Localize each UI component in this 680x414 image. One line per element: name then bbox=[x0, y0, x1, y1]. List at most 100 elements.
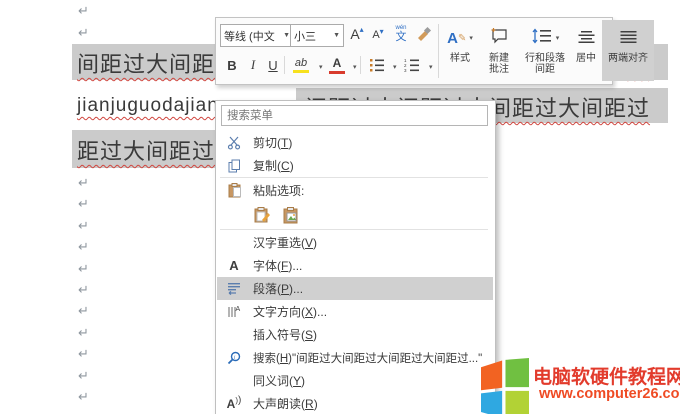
paragraph-mark: ↵ bbox=[78, 346, 89, 362]
menu-item-copy[interactable]: 复制(C) bbox=[217, 154, 493, 177]
menu-item-smart-lookup[interactable]: i 搜索(H)"间距过大间距过大间距过大间距过..." bbox=[217, 346, 493, 369]
font-color-letter: A bbox=[332, 56, 342, 70]
clipboard-icon bbox=[224, 183, 244, 198]
line-spacing-label-1: 行和段落 bbox=[525, 53, 565, 64]
line-spacing-icon: ▾ bbox=[531, 20, 559, 44]
font-color-button[interactable]: A bbox=[326, 54, 348, 76]
underline-label: U bbox=[268, 57, 278, 73]
chevron-down-icon[interactable]: ▾ bbox=[393, 63, 397, 71]
numbering-icon: 1 2 3 bbox=[404, 58, 419, 72]
font-name-select[interactable]: 等线 (中文 ▼ bbox=[220, 24, 294, 47]
scissors-icon bbox=[224, 136, 244, 150]
font-icon: A bbox=[229, 258, 239, 273]
format-painter-button[interactable] bbox=[413, 23, 435, 45]
paragraph-mark: ↵ bbox=[78, 217, 89, 233]
read-aloud-icon: A)) bbox=[226, 395, 242, 411]
phonetic-hanzi-text: 文 bbox=[395, 31, 407, 43]
paragraph-icon bbox=[224, 282, 244, 295]
menu-item-paste-options: 粘贴选项: bbox=[217, 179, 493, 202]
chevron-down-icon: ▼ bbox=[333, 32, 340, 39]
font-name-value: 等线 (中文 bbox=[224, 30, 275, 43]
paragraph-mark: ↵ bbox=[78, 3, 89, 18]
paste-keep-formatting-button[interactable] bbox=[251, 205, 273, 227]
paragraph-mark: ↵ bbox=[78, 239, 89, 255]
menu-item-font[interactable]: A 字体(F)... bbox=[217, 254, 493, 277]
highlight-color-bar bbox=[293, 70, 309, 73]
align-center-icon bbox=[578, 20, 595, 44]
chevron-down-icon: ▼ bbox=[283, 32, 290, 39]
paste-options-row bbox=[217, 202, 527, 229]
paragraph-mark: ↵ bbox=[78, 260, 89, 276]
chevron-down-icon[interactable]: ▾ bbox=[429, 63, 433, 71]
bold-label: B bbox=[227, 57, 237, 73]
align-justify-label: 两端对齐 bbox=[608, 53, 648, 64]
bold-button[interactable]: B bbox=[222, 54, 242, 76]
line-spacing-button[interactable]: ▾ 行和段落 间距 bbox=[520, 20, 570, 81]
paragraph-mark: ↵ bbox=[78, 282, 89, 297]
watermark-url: www.computer26.com bbox=[539, 386, 680, 402]
styles-icon: A ✎ ▾ bbox=[447, 30, 473, 47]
bullets-icon bbox=[370, 59, 384, 72]
menu-item-hanzi-reselect[interactable]: 汉字重选(V) bbox=[217, 231, 493, 254]
text-highlight-button[interactable]: ab bbox=[288, 54, 314, 76]
font-color-bar bbox=[329, 71, 345, 74]
paragraph-mark: ↵ bbox=[78, 389, 89, 404]
paragraph-mark: ↵ bbox=[78, 175, 89, 190]
grow-font-button[interactable]: A ▴ bbox=[346, 23, 368, 45]
copy-icon bbox=[224, 159, 244, 173]
align-justify-icon bbox=[620, 20, 637, 44]
document-text-line2-pinyin[interactable]: jianjuguodajian bbox=[77, 95, 219, 117]
paste-picture-icon bbox=[283, 207, 297, 224]
svg-text:3: 3 bbox=[404, 68, 407, 72]
menu-item-cut[interactable]: 剪切(T) bbox=[217, 131, 493, 154]
italic-label: I bbox=[250, 57, 256, 72]
menu-item-synonyms[interactable]: 同义词(Y) bbox=[217, 369, 493, 392]
italic-button[interactable]: I bbox=[244, 54, 262, 76]
numbering-button[interactable]: 1 2 3 bbox=[400, 54, 424, 76]
bullets-button[interactable] bbox=[366, 54, 388, 76]
paragraph-mark: ↵ bbox=[78, 367, 89, 383]
paste-picture-button[interactable] bbox=[280, 205, 302, 227]
styles-button[interactable]: A ✎ ▾ 样式 bbox=[442, 20, 478, 81]
menu-item-insert-symbol[interactable]: 插入符号(S) bbox=[217, 323, 493, 346]
paragraph-mark: ↵ bbox=[78, 324, 89, 340]
align-justify-button[interactable]: 两端对齐 bbox=[602, 20, 654, 81]
caret-up-icon: ▴ bbox=[359, 24, 364, 34]
phonetic-guide-button[interactable]: wén 文 bbox=[390, 22, 412, 46]
mini-toolbar: 等线 (中文 ▼ 小三 ▼ A ▴ A ▾ wén 文 B I U ab ▾ A… bbox=[215, 17, 654, 85]
styles-label: 样式 bbox=[450, 53, 470, 64]
menu-item-text-direction[interactable]: A 文字方向(X)... bbox=[217, 300, 493, 323]
windows-logo-icon bbox=[481, 358, 529, 414]
document-text-line3[interactable]: 距过大间距过大 bbox=[77, 134, 238, 166]
context-menu: 剪切(T) 复制(C) 粘贴选项: bbox=[215, 100, 496, 414]
grow-font-letter: A bbox=[350, 26, 360, 42]
menu-item-paragraph[interactable]: 段落(P)... bbox=[217, 277, 493, 300]
new-comment-button[interactable]: 新建 批注 bbox=[482, 20, 516, 81]
text-direction-icon: A bbox=[224, 305, 244, 319]
shrink-font-button[interactable]: A ▾ bbox=[368, 25, 388, 45]
format-painter-icon bbox=[418, 26, 432, 41]
paragraph-mark: ↵ bbox=[78, 25, 89, 40]
menu-search-input[interactable] bbox=[221, 105, 488, 126]
underline-button[interactable]: U bbox=[264, 54, 282, 76]
new-comment-label-1: 新建 bbox=[489, 53, 509, 64]
align-center-button[interactable]: 居中 bbox=[572, 20, 600, 81]
font-size-value: 小三 bbox=[294, 30, 316, 43]
new-comment-icon bbox=[490, 20, 508, 44]
line-spacing-label-2: 间距 bbox=[535, 64, 555, 75]
caret-down-icon: ▾ bbox=[379, 26, 384, 36]
menu-item-read-aloud[interactable]: A)) 大声朗读(R) bbox=[217, 392, 493, 414]
chevron-down-icon[interactable]: ▾ bbox=[319, 63, 323, 71]
chevron-down-icon[interactable]: ▾ bbox=[353, 63, 357, 71]
paragraph-mark: ↵ bbox=[78, 196, 89, 212]
search-icon: i bbox=[224, 351, 244, 365]
highlight-letters: ab bbox=[294, 57, 308, 69]
new-comment-label-2: 批注 bbox=[489, 64, 509, 75]
shrink-font-letter: A bbox=[372, 29, 380, 41]
font-size-select[interactable]: 小三 ▼ bbox=[290, 24, 344, 47]
watermark-title: 电脑软硬件教程网 bbox=[533, 367, 680, 388]
paragraph-mark: ↵ bbox=[78, 303, 89, 319]
word-document-window: ↵↵↵↵↵↵↵↵↵↵↵↵↵ 间距过大间距过 大 jianjuguodajian … bbox=[0, 0, 680, 414]
document-text-line1-left[interactable]: 间距过大间距过 bbox=[77, 47, 238, 79]
svg-text:A: A bbox=[236, 306, 241, 313]
